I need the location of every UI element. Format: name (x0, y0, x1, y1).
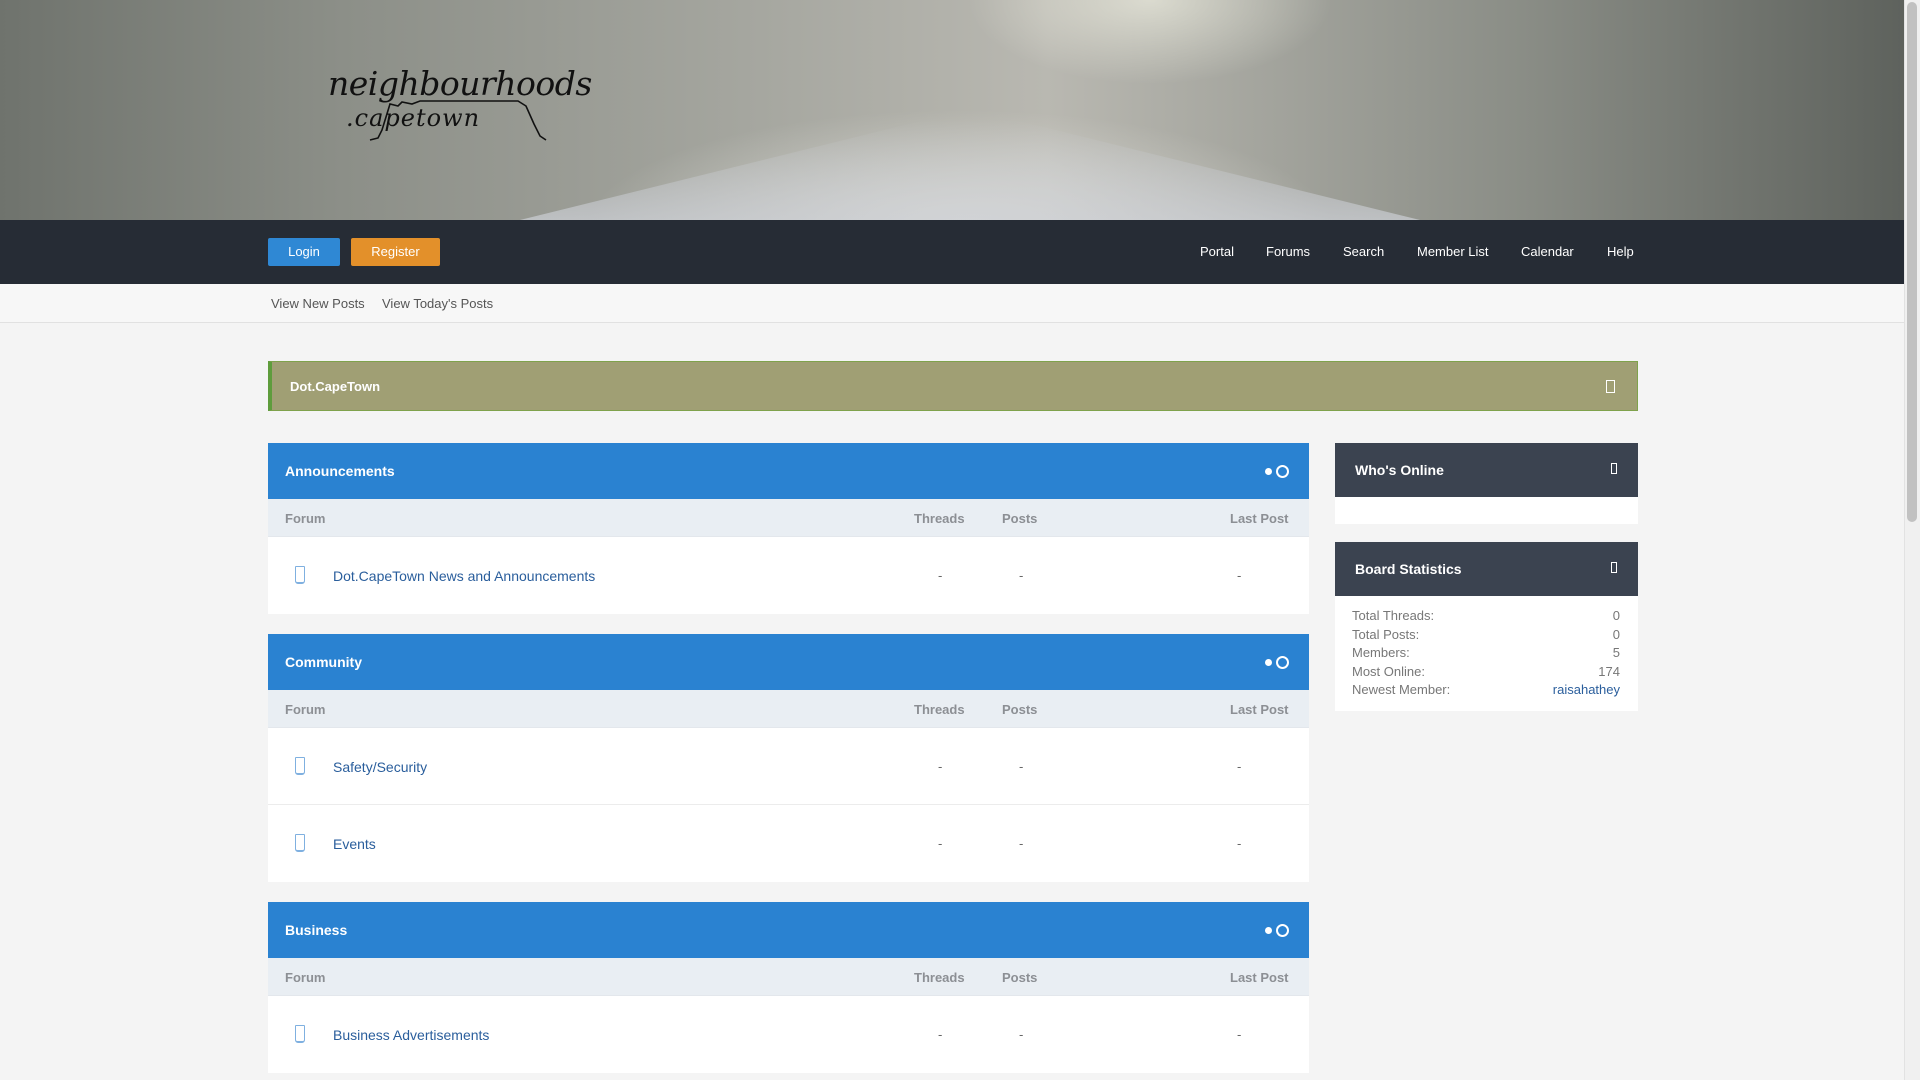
stat-most-online: Most Online: 174 (1352, 664, 1620, 683)
col-last-post: Last Post (1230, 511, 1289, 526)
col-threads: Threads (914, 970, 965, 985)
category-title[interactable]: Community (285, 654, 362, 670)
forum-posts: - (1019, 759, 1024, 774)
whos-online-title[interactable]: Who's Online (1355, 462, 1444, 478)
col-forum: Forum (285, 702, 326, 717)
forum-last-post: - (1237, 836, 1242, 851)
forum-status-icon (295, 757, 305, 775)
col-last-post: Last Post (1230, 970, 1289, 985)
category-header: Announcements (268, 443, 1309, 499)
stat-value: 174 (1598, 663, 1620, 679)
collapse-toggle-icon[interactable] (1265, 465, 1289, 478)
forum-row: Safety/Security - - - (268, 728, 1309, 805)
site-logo[interactable]: neighbourhoods .capetown (328, 64, 592, 144)
stat-value: 0 (1612, 626, 1620, 642)
forum-posts: - (1019, 1027, 1024, 1042)
notice-title: Dot.CapeTown (290, 379, 381, 394)
forum-posts: - (1019, 568, 1024, 583)
forum-row: Dot.CapeTown News and Announcements - - … (268, 537, 1309, 614)
col-threads: Threads (914, 511, 965, 526)
scrollbar-thumb[interactable] (1907, 2, 1917, 522)
board-stats-list: Total Threads: 0 Total Posts: 0 Members:… (1335, 596, 1638, 711)
col-forum: Forum (285, 511, 326, 526)
stat-label: Most Online: (1352, 663, 1425, 679)
sub-navbar: View New Posts View Today's Posts (0, 284, 1904, 323)
page-scrollbar[interactable] (1904, 0, 1920, 1080)
close-icon[interactable] (1611, 463, 1617, 474)
col-posts: Posts (1002, 511, 1038, 526)
stat-label: Total Threads: (1352, 608, 1435, 623)
category-announcements: Announcements Forum Threads Posts Last P… (268, 443, 1309, 614)
forum-status-icon (295, 834, 305, 852)
page: neighbourhoods .capetown Login Register … (0, 0, 1904, 1080)
forum-row: Events - - - (268, 805, 1309, 882)
stat-label: Total Posts: (1352, 626, 1420, 642)
logo-line2: .capetown (346, 104, 481, 132)
stat-members: Members: 5 (1352, 645, 1620, 664)
forum-threads: - (938, 759, 943, 774)
close-icon[interactable] (1611, 562, 1617, 573)
stat-total-posts: Total Posts: 0 (1352, 627, 1620, 646)
collapse-toggle-icon[interactable] (1265, 924, 1289, 937)
col-posts: Posts (1002, 702, 1038, 717)
category-title[interactable]: Business (285, 922, 347, 938)
col-last-post: Last Post (1230, 702, 1289, 717)
nav-search[interactable]: Search (1343, 220, 1384, 284)
nav-forums[interactable]: Forums (1266, 220, 1310, 284)
category-header: Business (268, 902, 1309, 958)
category-business: Business Forum Threads Posts Last Post B… (268, 902, 1309, 1073)
collapse-toggle-icon[interactable] (1265, 656, 1289, 669)
logo-line1: neighbourhoods (328, 64, 592, 103)
forum-posts: - (1019, 836, 1024, 851)
close-icon[interactable] (1606, 380, 1615, 393)
forum-last-post: - (1237, 568, 1242, 583)
banner-road-image (520, 120, 1420, 220)
whos-online-header: Who's Online (1335, 443, 1638, 497)
category-community: Community Forum Threads Posts Last Post … (268, 634, 1309, 882)
view-new-posts-link[interactable]: View New Posts (271, 296, 365, 311)
nav-member-list[interactable]: Member List (1417, 220, 1489, 284)
column-headers: Forum Threads Posts Last Post (268, 690, 1309, 728)
nav-help[interactable]: Help (1607, 220, 1634, 284)
stat-label: Members: (1352, 645, 1410, 661)
login-button[interactable]: Login (268, 238, 340, 266)
whos-online-panel: Who's Online (1335, 443, 1638, 524)
column-headers: Forum Threads Posts Last Post (268, 499, 1309, 537)
nav-calendar[interactable]: Calendar (1521, 220, 1574, 284)
view-todays-posts-link[interactable]: View Today's Posts (382, 296, 493, 311)
main-navbar: Login Register Portal Forums Search Memb… (0, 220, 1904, 284)
board-stats-header: Board Statistics (1335, 542, 1638, 596)
forum-row: Business Advertisements - - - (268, 996, 1309, 1073)
announcement-notice: Dot.CapeTown (268, 361, 1638, 411)
forum-link[interactable]: Business Advertisements (333, 1027, 489, 1043)
col-threads: Threads (914, 702, 965, 717)
forum-threads: - (938, 1027, 943, 1042)
nav-portal[interactable]: Portal (1200, 220, 1234, 284)
forum-threads: - (938, 836, 943, 851)
newest-member-link[interactable]: raisahathey (1553, 682, 1620, 697)
column-headers: Forum Threads Posts Last Post (268, 958, 1309, 996)
board-statistics-panel: Board Statistics Total Threads: 0 Total … (1335, 542, 1638, 711)
category-title[interactable]: Announcements (285, 463, 395, 479)
register-button[interactable]: Register (351, 238, 440, 266)
stat-newest-member: Newest Member: raisahathey (1352, 682, 1620, 701)
forum-link[interactable]: Dot.CapeTown News and Announcements (333, 568, 595, 584)
forum-link[interactable]: Events (333, 836, 376, 852)
col-posts: Posts (1002, 970, 1038, 985)
stat-value: 0 (1612, 608, 1620, 623)
header-banner: neighbourhoods .capetown (0, 0, 1904, 220)
category-header: Community (268, 634, 1309, 690)
forum-status-icon (295, 566, 305, 584)
forum-status-icon (295, 1025, 305, 1043)
forum-last-post: - (1237, 759, 1242, 774)
forum-last-post: - (1237, 1027, 1242, 1042)
forum-threads: - (938, 568, 943, 583)
stat-label: Newest Member: (1352, 682, 1451, 698)
stat-value: 5 (1612, 645, 1620, 661)
forum-link[interactable]: Safety/Security (333, 759, 427, 775)
stat-total-threads: Total Threads: 0 (1352, 608, 1620, 627)
col-forum: Forum (285, 970, 326, 985)
board-stats-title[interactable]: Board Statistics (1355, 561, 1462, 577)
